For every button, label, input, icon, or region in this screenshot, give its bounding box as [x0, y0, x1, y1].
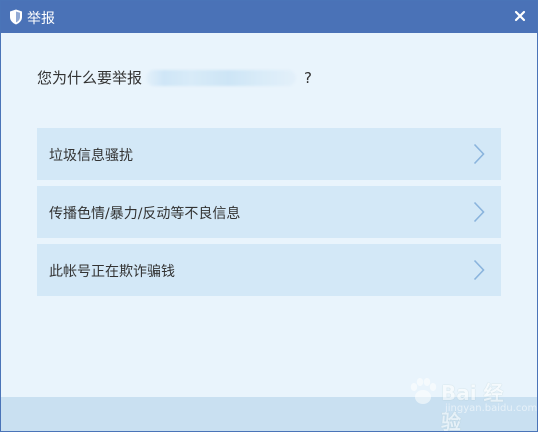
window-title: 举报 — [27, 11, 55, 27]
chevron-right-icon — [473, 259, 485, 281]
blurred-account-name — [146, 70, 297, 86]
shield-icon — [10, 9, 22, 25]
option-label: 此帐号正在欺诈骗钱 — [49, 264, 175, 280]
option-label: 传播色情/暴力/反动等不良信息 — [49, 206, 241, 222]
chevron-right-icon — [473, 143, 485, 165]
option-fraud[interactable]: 此帐号正在欺诈骗钱 — [37, 244, 501, 296]
report-dialog: 举报 您为什么要举报? 垃圾信息骚扰 传播色情/暴力/反动等不良信息 此帐号正在… — [0, 0, 538, 432]
option-label: 垃圾信息骚扰 — [49, 148, 133, 164]
report-question: 您为什么要举报? — [37, 67, 312, 88]
chevron-right-icon — [473, 201, 485, 223]
option-harmful-content[interactable]: 传播色情/暴力/反动等不良信息 — [37, 186, 501, 238]
report-options: 垃圾信息骚扰 传播色情/暴力/反动等不良信息 此帐号正在欺诈骗钱 — [37, 128, 501, 302]
option-spam[interactable]: 垃圾信息骚扰 — [37, 128, 501, 180]
titlebar[interactable]: 举报 — [1, 1, 537, 33]
question-prefix: 您为什么要举报 — [37, 69, 143, 87]
close-icon[interactable] — [511, 7, 529, 25]
paw-logo-icon — [410, 378, 437, 404]
watermark-url: jingyan.baidu.com — [445, 403, 538, 414]
baidu-jingyan-watermark: Bai 经验 jingyan.baidu.com — [405, 373, 537, 431]
question-suffix: ? — [304, 69, 312, 87]
